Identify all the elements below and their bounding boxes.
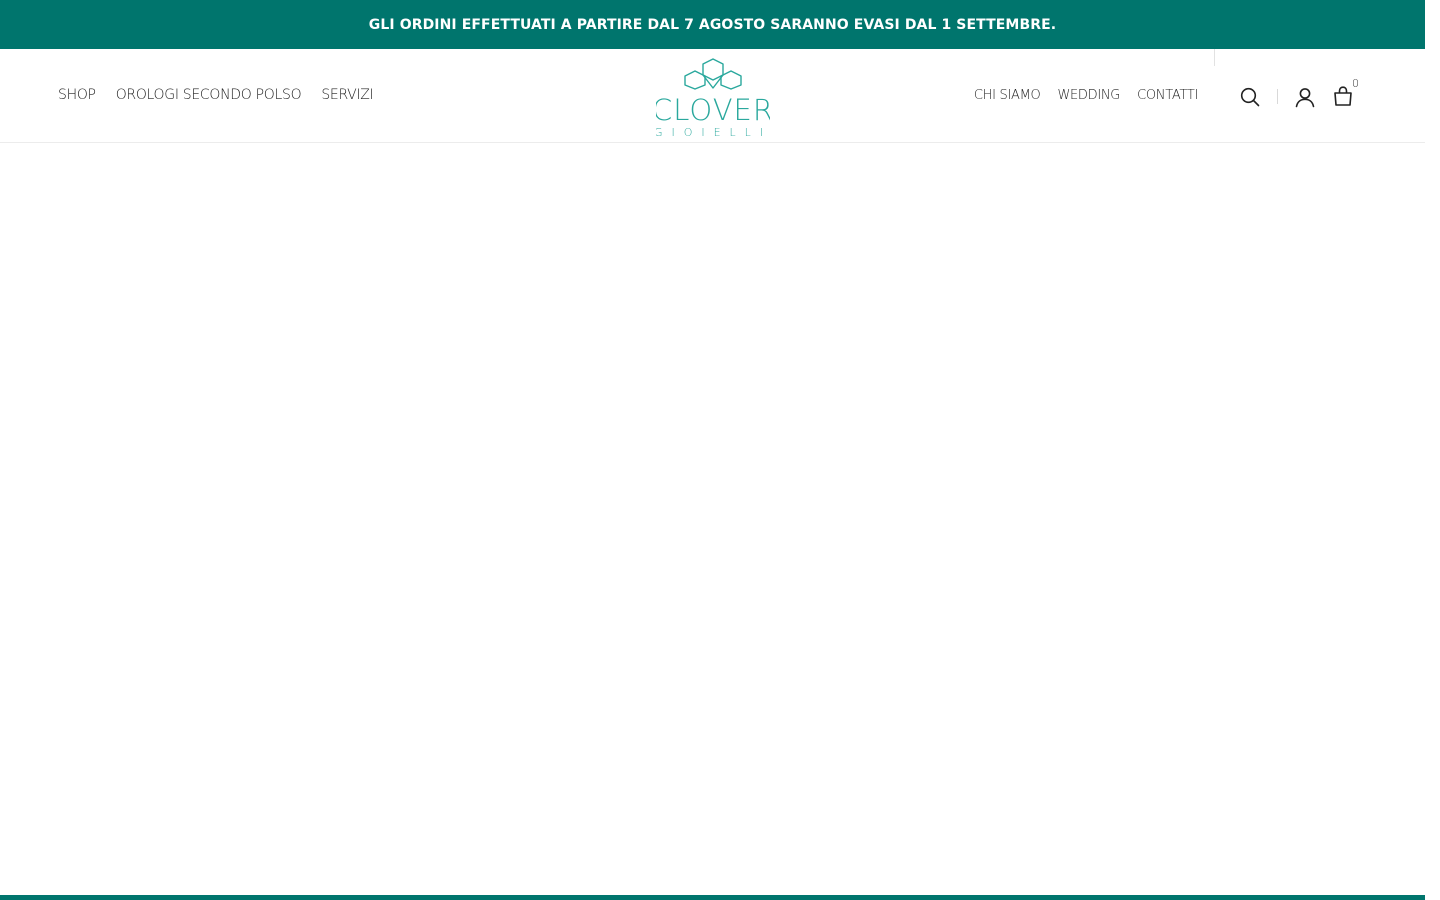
announcement-bar: GLI ORDINI EFFETTUATI A PARTIRE DAL 7 AG… xyxy=(0,0,1425,49)
site-header: SHOP OROLOGI SECONDO POLSO SERVIZI CLOVE… xyxy=(0,49,1425,143)
logo-tagline-text: GIOIELLI xyxy=(656,126,770,137)
nav-link-shop[interactable]: SHOP xyxy=(58,87,96,103)
shopping-bag-icon xyxy=(1334,86,1352,106)
main-content-area xyxy=(0,143,1425,895)
logo-brand-text: CLOVER xyxy=(656,93,770,127)
nav-link-wedding[interactable]: WEDDING xyxy=(1057,88,1120,103)
account-button[interactable] xyxy=(1294,86,1316,108)
page: GLI ORDINI EFFETTUATI A PARTIRE DAL 7 AG… xyxy=(0,0,1440,900)
icon-separator xyxy=(1277,89,1278,104)
primary-nav-right: CHI SIAMO WEDDING CONTATTI xyxy=(974,88,1198,103)
primary-nav-left: SHOP OROLOGI SECONDO POLSO SERVIZI xyxy=(58,87,374,103)
scrollbar-gutter xyxy=(1425,0,1440,900)
search-button[interactable] xyxy=(1239,86,1261,108)
nav-link-orologi-secondo-polso[interactable]: OROLOGI SECONDO POLSO xyxy=(116,87,302,103)
clover-logo-mark: CLOVER GIOIELLI xyxy=(652,58,773,139)
user-icon xyxy=(1295,88,1315,108)
cart-count-badge: 0 xyxy=(1352,77,1359,90)
nav-link-servizi[interactable]: SERVIZI xyxy=(321,87,373,103)
clover-gioielli-logo[interactable]: CLOVER GIOIELLI xyxy=(652,57,773,139)
nav-link-contatti[interactable]: CONTATTI xyxy=(1137,88,1198,103)
nav-link-chi-siamo[interactable]: CHI SIAMO xyxy=(974,88,1041,103)
search-icon xyxy=(1240,87,1260,107)
announcement-text: GLI ORDINI EFFETTUATI A PARTIRE DAL 7 AG… xyxy=(368,16,1057,33)
header-divider xyxy=(1214,49,1215,66)
footer-strip xyxy=(0,895,1425,900)
cart-button[interactable] xyxy=(1332,85,1354,107)
